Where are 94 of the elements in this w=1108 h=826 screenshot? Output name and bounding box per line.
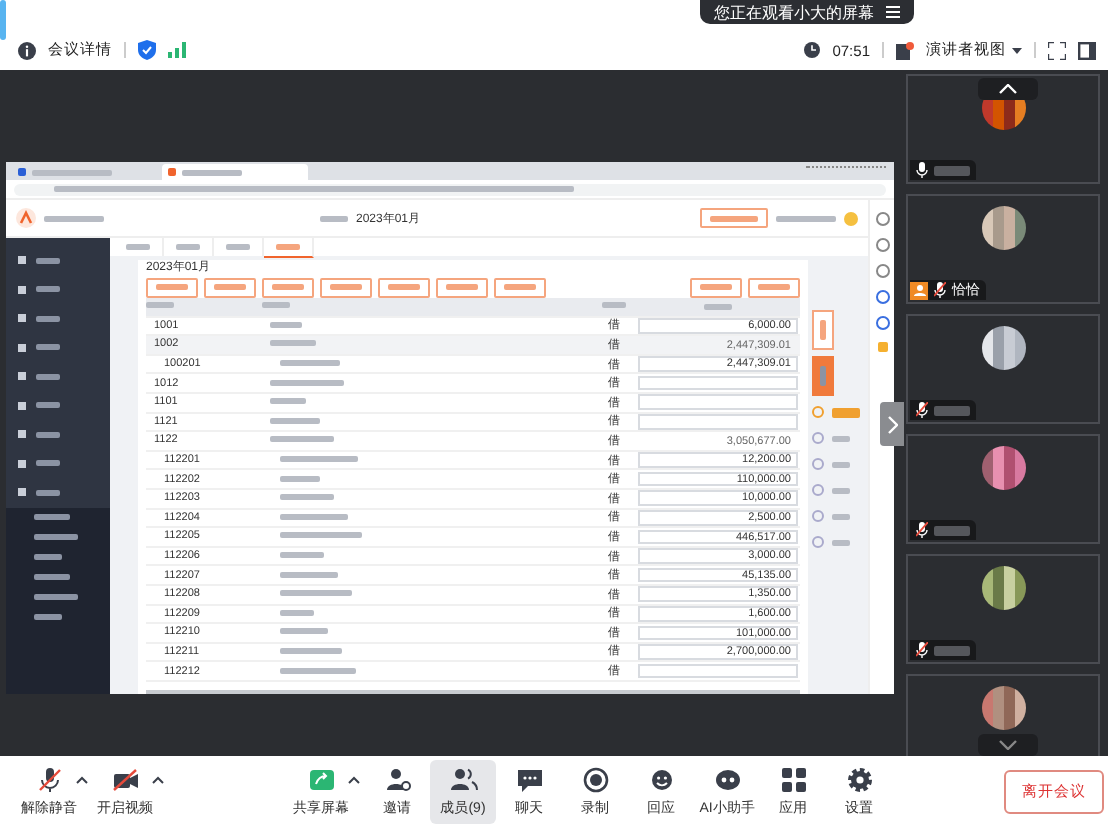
blurred-text	[270, 321, 302, 328]
toolbar-icon[interactable]	[877, 342, 887, 352]
clock-icon	[804, 42, 821, 58]
caret-icon[interactable]	[348, 775, 360, 783]
menu-icon[interactable]	[886, 6, 900, 18]
robot-icon	[713, 765, 741, 793]
blurred-name	[934, 525, 970, 535]
step-pill[interactable]	[832, 407, 860, 417]
blurred-text	[280, 360, 340, 367]
action-button[interactable]	[320, 277, 372, 297]
record-icon	[581, 765, 609, 793]
chevron-up-icon	[998, 84, 1018, 94]
blurred-text	[280, 513, 348, 520]
step-dot[interactable]	[812, 510, 824, 522]
blurred-text	[832, 539, 850, 545]
blurred-text	[280, 590, 352, 597]
action-button[interactable]	[262, 277, 314, 297]
info-icon	[18, 41, 36, 59]
blurred-text	[832, 461, 850, 467]
blurred-text	[280, 667, 356, 674]
blurred-text	[32, 169, 112, 175]
grid-icon	[779, 765, 807, 793]
action-button[interactable]	[494, 277, 546, 297]
fullscreen-icon[interactable]	[1048, 41, 1066, 59]
action-button[interactable]	[748, 277, 800, 297]
blurred-text	[182, 169, 242, 175]
blurred-text	[280, 647, 342, 654]
address-bar[interactable]	[14, 183, 886, 195]
shield-icon[interactable]	[138, 40, 156, 60]
caret-icon[interactable]	[76, 775, 88, 783]
page-tab[interactable]	[264, 237, 314, 257]
camera-off-icon	[111, 765, 139, 793]
chevron-down-icon	[998, 740, 1018, 750]
blurred-name	[934, 405, 970, 415]
blurred-text	[270, 417, 320, 424]
blurred-text	[270, 379, 344, 386]
blurred-text	[270, 340, 316, 347]
side-tab[interactable]	[812, 310, 834, 350]
caret-icon	[1012, 47, 1022, 53]
action-button[interactable]	[204, 277, 256, 297]
participant-tile[interactable]	[906, 434, 1100, 544]
action-button[interactable]	[436, 277, 488, 297]
step-dot[interactable]	[812, 536, 824, 548]
scroll-down-button[interactable]	[978, 734, 1038, 756]
action-button[interactable]	[146, 277, 198, 297]
blurred-name	[934, 165, 970, 175]
smiley-icon	[647, 765, 675, 793]
chat-icon	[515, 765, 543, 793]
chevron-right-icon	[887, 415, 897, 433]
blurred-text	[270, 436, 334, 443]
people-icon	[449, 765, 477, 793]
caret-icon[interactable]	[152, 775, 164, 783]
blurred-text	[280, 609, 314, 616]
step-dot[interactable]	[812, 432, 824, 444]
blurred-text	[270, 398, 306, 405]
blurred-text	[280, 456, 358, 463]
settings-icon	[845, 765, 873, 793]
amount-input[interactable]	[637, 663, 797, 679]
blurred-text	[776, 215, 836, 221]
blurred-text	[280, 571, 338, 578]
muted-mic-icon	[35, 765, 63, 793]
blurred-text	[280, 552, 324, 559]
layout-icon	[896, 41, 914, 59]
blurred-name	[934, 645, 970, 655]
participant-tile[interactable]	[906, 674, 1100, 756]
step-dot[interactable]	[812, 458, 824, 470]
step-dot[interactable]	[812, 406, 824, 418]
blurred-text	[832, 487, 850, 493]
add-person-icon	[383, 765, 411, 793]
blurred-text	[44, 215, 104, 221]
logo-icon	[16, 208, 36, 228]
step-dot[interactable]	[812, 484, 824, 496]
expand-panel-button[interactable]	[880, 402, 904, 446]
blurred-text	[280, 475, 320, 482]
blurred-text	[280, 628, 328, 635]
participant-tile[interactable]	[906, 74, 1100, 184]
blurred-text	[320, 215, 348, 221]
blurred-text	[280, 494, 334, 501]
viewing-banner: 您正在观看小大的屏幕	[700, 0, 914, 24]
scroll-up-button[interactable]	[978, 78, 1038, 100]
blurred-text	[832, 513, 850, 519]
amount-input[interactable]	[637, 414, 797, 430]
action-button[interactable]	[378, 277, 430, 297]
sidebar-toggle-icon[interactable]	[1078, 41, 1096, 59]
amount-input[interactable]	[637, 375, 797, 391]
action-button[interactable]	[690, 277, 742, 297]
share-screen-icon	[307, 765, 335, 793]
amount-input[interactable]	[637, 394, 797, 411]
blurred-text	[280, 532, 362, 539]
participant-tile[interactable]	[906, 314, 1100, 424]
workbench-button[interactable]	[700, 208, 768, 228]
participant-tile[interactable]	[906, 554, 1100, 664]
blurred-text	[832, 435, 850, 441]
signal-icon[interactable]	[168, 42, 186, 58]
